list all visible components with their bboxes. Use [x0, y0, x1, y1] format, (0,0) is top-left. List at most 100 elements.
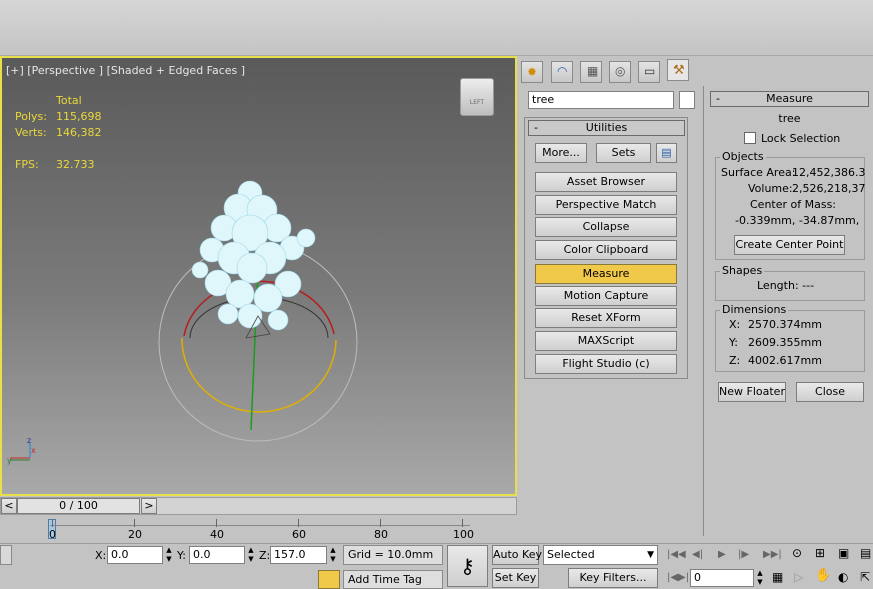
- next-frame-button[interactable]: >: [141, 498, 157, 514]
- play-icon[interactable]: ▶: [718, 548, 726, 562]
- create-center-point-button[interactable]: Create Center Point: [734, 235, 845, 255]
- display-tab-icon[interactable]: ▭: [638, 61, 660, 83]
- coord-x-input[interactable]: 0.0: [107, 546, 163, 564]
- orbit-icon[interactable]: ◐: [838, 570, 848, 584]
- prev-frame-button[interactable]: <: [1, 498, 17, 514]
- ruler-label-40: 40: [210, 528, 224, 541]
- main-toolbar: [0, 0, 873, 56]
- close-button[interactable]: Close: [796, 382, 864, 402]
- key-selection-dropdown[interactable]: Selected ▼: [543, 545, 658, 565]
- collapse-button[interactable]: Collapse: [535, 217, 677, 237]
- key-filters-button[interactable]: Key Filters...: [568, 568, 658, 588]
- zoom-extents-icon[interactable]: ▣: [838, 546, 849, 560]
- add-time-tag-swatch[interactable]: [318, 570, 340, 589]
- create-tab-icon[interactable]: ✹: [521, 61, 543, 83]
- surface-area-value: 12,452,386.3: [792, 166, 866, 179]
- dimensions-group-title: Dimensions: [720, 303, 789, 317]
- time-config-icon[interactable]: ▦: [772, 570, 783, 584]
- length-readout: Length: ---: [757, 279, 815, 292]
- coord-y-input[interactable]: 0.0: [189, 546, 245, 564]
- coord-x-label: X:: [95, 549, 107, 562]
- modify-tab-icon[interactable]: ◠: [551, 61, 573, 83]
- coord-x-spinner[interactable]: ▲ ▼: [164, 546, 174, 564]
- zoom-all-icon[interactable]: ⊞: [815, 546, 825, 560]
- set-keys-key-icon[interactable]: ⚷: [447, 545, 488, 587]
- perspective-match-button[interactable]: Perspective Match: [535, 195, 677, 215]
- hierarchy-tab-icon[interactable]: ▦: [580, 61, 602, 83]
- surface-area-label: Surface Area:: [721, 166, 796, 179]
- key-selection-value: Selected: [547, 548, 595, 561]
- maxscript-listener[interactable]: [0, 545, 12, 565]
- configure-sets-icon[interactable]: ▤: [656, 143, 677, 163]
- lock-selection-label: Lock Selection: [761, 132, 841, 145]
- object-name-input[interactable]: tree: [528, 91, 674, 109]
- ruler-label-20: 20: [128, 528, 142, 541]
- motion-tab-icon[interactable]: ◎: [609, 61, 631, 83]
- maxscript-button[interactable]: MAXScript: [535, 331, 677, 351]
- time-slider-thumb[interactable]: 0 / 100: [17, 498, 140, 514]
- sets-button[interactable]: Sets: [596, 143, 651, 163]
- ruler-label-100: 100: [453, 528, 474, 541]
- panel-separator: [703, 86, 704, 536]
- center-of-mass-label: Center of Mass:: [750, 198, 837, 211]
- grid-display: Grid = 10.0mm: [343, 545, 443, 565]
- asset-browser-button[interactable]: Asset Browser: [535, 172, 677, 192]
- field-of-view-icon[interactable]: ▷: [794, 570, 803, 584]
- reset-xform-button[interactable]: Reset XForm: [535, 308, 677, 328]
- utilities-title: Utilities: [585, 121, 628, 134]
- axis-x-label: x: [31, 446, 36, 455]
- motion-capture-button[interactable]: Motion Capture: [535, 286, 677, 306]
- objects-group-title: Objects: [720, 150, 766, 164]
- scene-tree-object[interactable]: [2, 58, 515, 494]
- time-slider-track[interactable]: < 0 / 100 >: [0, 497, 517, 515]
- utilities-tab-icon[interactable]: ⚒: [667, 59, 689, 81]
- center-of-mass-value: -0.339mm, -34.87mm,: [735, 214, 860, 227]
- maximize-viewport-icon[interactable]: ⇱: [860, 570, 870, 584]
- ruler-label-80: 80: [374, 528, 388, 541]
- utilities-rollout-header[interactable]: - Utilities: [528, 120, 685, 136]
- measured-object-name: tree: [778, 112, 801, 125]
- dimension-y-value: 2609.355mm: [748, 336, 822, 349]
- coord-z-spinner[interactable]: ▲ ▼: [328, 546, 338, 564]
- goto-start-icon[interactable]: |◀◀: [667, 548, 686, 562]
- current-frame-input[interactable]: 0: [690, 569, 754, 587]
- zoom-extents-all-icon[interactable]: ▤: [860, 546, 871, 560]
- measure-rollout-header[interactable]: - Measure: [710, 91, 869, 107]
- more-button[interactable]: More...: [535, 143, 587, 163]
- color-clipboard-button[interactable]: Color Clipboard: [535, 240, 677, 260]
- volume-value: 2,526,218,37: [792, 182, 866, 195]
- coord-z-label: Z:: [259, 549, 271, 562]
- measure-button[interactable]: Measure: [535, 264, 677, 284]
- axis-z-label: z: [27, 436, 32, 445]
- prev-key-icon[interactable]: ◀|: [692, 548, 703, 562]
- dimension-x-value: 2570.374mm: [748, 318, 822, 331]
- key-mode-icon[interactable]: |◀▶|: [667, 571, 689, 585]
- object-color-swatch[interactable]: [679, 91, 695, 109]
- dimension-y-label: Y:: [729, 336, 738, 349]
- auto-key-button[interactable]: Auto Key: [492, 545, 542, 565]
- ruler-label-0: 0: [49, 528, 56, 541]
- flight-studio-button[interactable]: Flight Studio (c): [535, 354, 677, 374]
- coord-z-input[interactable]: 157.0: [270, 546, 327, 564]
- add-time-tag-button[interactable]: Add Time Tag: [343, 570, 443, 589]
- perspective-viewport[interactable]: [+] [Perspective ] [Shaded + Edged Faces…: [0, 56, 517, 496]
- dimension-x-label: X:: [729, 318, 741, 331]
- goto-end-icon[interactable]: ▶▶|: [763, 548, 782, 562]
- coord-y-spinner[interactable]: ▲ ▼: [246, 546, 256, 564]
- set-key-button[interactable]: Set Key: [492, 568, 539, 588]
- axis-y-label: y: [7, 456, 12, 465]
- chevron-down-icon: ▼: [647, 550, 654, 560]
- dimension-z-value: 4002.617mm: [748, 354, 822, 367]
- pan-hand-icon[interactable]: ✋: [815, 569, 831, 583]
- dimension-z-label: Z:: [729, 354, 741, 367]
- frame-spinner[interactable]: ▲ ▼: [755, 569, 765, 587]
- new-floater-button[interactable]: New Floater: [718, 382, 786, 402]
- track-bar[interactable]: 0 20 40 60 80 100: [0, 515, 517, 543]
- zoom-icon[interactable]: ⊙: [792, 546, 802, 560]
- lock-selection-checkbox[interactable]: [744, 132, 756, 144]
- ruler-label-60: 60: [292, 528, 306, 541]
- coord-y-label: Y:: [177, 549, 186, 562]
- next-key-icon[interactable]: |▶: [738, 548, 749, 562]
- shapes-group-title: Shapes: [720, 264, 765, 278]
- measure-title: Measure: [766, 92, 813, 105]
